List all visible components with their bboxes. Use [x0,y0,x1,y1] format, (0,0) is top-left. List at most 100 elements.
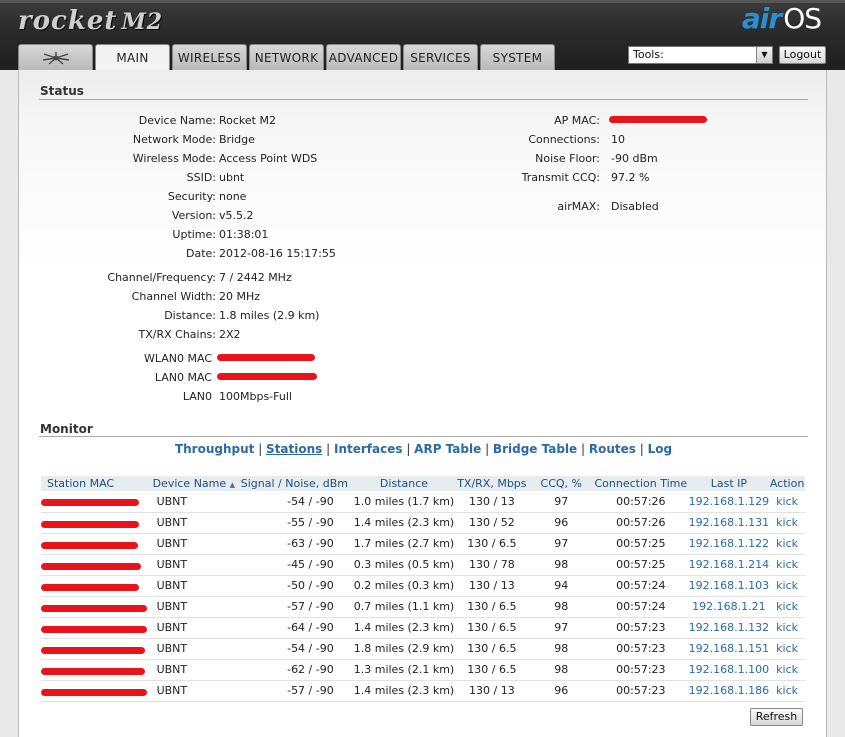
last-ip-link[interactable]: 192.168.1.129 [688,491,770,513]
airmax-value: Disabled [611,200,659,213]
device-name-cell: UBNT [152,491,236,513]
col-ccq[interactable]: CCQ, % [529,476,593,491]
kick-link[interactable]: kick [769,491,805,513]
sort-asc-icon: ▲ [229,481,236,489]
tab-advanced[interactable]: ADVANCED [326,44,401,70]
connection-time-cell: 00:57:26 [593,512,689,534]
noise-floor-value: -90 dBm [611,152,658,165]
last-ip-link[interactable]: 192.168.1.122 [688,533,770,555]
ccq-cell: 97 [529,491,593,513]
link-routes[interactable]: Routes [589,442,636,456]
ccq-cell: 96 [529,680,593,702]
signal-noise-cell: -54 / -90 [235,491,354,513]
txrx-cell: 130 / 13 [454,575,530,597]
signal-noise-cell: -55 / -90 [235,512,354,534]
link-interfaces[interactable]: Interfaces [334,442,403,456]
station-mac-cell [41,638,153,660]
last-ip-link[interactable]: 192.168.1.103 [688,575,770,597]
col-station-mac[interactable]: Station MAC [41,476,153,491]
col-signal-noise[interactable]: Signal / Noise, dBm [235,476,354,491]
tab-services[interactable]: SERVICES [403,44,478,70]
ccq-cell: 96 [529,512,593,534]
kick-link[interactable]: kick [769,596,805,618]
distance-cell: 1.8 miles (2.9 km) [353,638,455,660]
kick-link[interactable]: kick [769,659,805,681]
version-value: v5.5.2 [219,209,254,222]
col-last-ip[interactable]: Last IP [688,476,770,491]
station-mac-redaction [41,646,145,654]
link-arp-table[interactable]: ARP Table [414,442,481,456]
rocket-m2-logo: rocket M2 [18,6,163,36]
station-mac-cell [41,554,153,576]
signal-noise-cell: -63 / -90 [235,533,354,555]
tab-network[interactable]: NETWORK [249,44,324,70]
connections-label: Connections: [528,133,600,146]
link-stations[interactable]: Stations [266,442,322,456]
station-mac-cell [41,680,153,702]
last-ip-link[interactable]: 192.168.1.100 [688,659,770,681]
ccq-cell: 97 [529,533,593,555]
stations-header-row: Station MAC Device Name ▲ Signal / Noise… [41,476,805,491]
table-row: UBNT -50 / -90 0.2 miles (0.3 km) 130 / 13 9… [41,575,805,597]
kick-link[interactable]: kick [769,680,805,702]
lan0-mac-label: LAN0 MAC [154,371,212,384]
last-ip-link[interactable]: 192.168.1.131 [688,512,770,534]
tab-ubiquiti-logo[interactable] [18,44,93,70]
kick-link[interactable]: kick [769,512,805,534]
logout-button[interactable]: Logout [779,46,826,64]
kick-link[interactable]: kick [769,575,805,597]
table-row: UBNT -57 / -90 1.4 miles (2.3 km) 130 / 13 9… [41,680,805,702]
distance-cell: 1.0 miles (1.7 km) [353,491,455,513]
device-name-cell: UBNT [152,512,236,534]
transmit-ccq-value: 97.2 % [611,171,650,184]
last-ip-link[interactable]: 192.168.1.132 [688,617,770,639]
col-connection-time[interactable]: Connection Time [593,476,689,491]
chevron-down-icon[interactable]: ▼ [756,47,772,63]
connection-time-cell: 00:57:23 [593,680,689,702]
col-device-name[interactable]: Device Name ▲ [152,476,236,491]
last-ip-link[interactable]: 192.168.1.186 [688,680,770,702]
signal-noise-cell: -54 / -90 [235,638,354,660]
kick-link[interactable]: kick [769,554,805,576]
connection-time-cell: 00:57:23 [593,659,689,681]
kick-link[interactable]: kick [769,617,805,639]
ssid-label: SSID: [186,171,216,184]
station-mac-redaction [41,688,147,696]
distance-cell: 1.4 miles (2.3 km) [353,680,455,702]
signal-noise-cell: -57 / -90 [235,596,354,618]
status-title: Status [40,84,84,98]
col-distance[interactable]: Distance [353,476,455,491]
refresh-button[interactable]: Refresh [750,708,803,726]
kick-link[interactable]: kick [769,533,805,555]
link-throughput[interactable]: Throughput [175,442,254,456]
signal-noise-cell: -45 / -90 [235,554,354,576]
distance-cell: 1.7 miles (2.7 km) [353,533,455,555]
tab-system[interactable]: SYSTEM [480,44,555,70]
col-action[interactable]: Action [769,476,805,491]
tools-select-value: Tools: [633,48,664,61]
kick-link[interactable]: kick [769,638,805,660]
tools-select[interactable]: Tools: ▼ [628,46,773,64]
device-name-cell: UBNT [152,575,236,597]
monitor-divider [39,436,808,437]
monitor-links: Throughput | Stations | Interfaces | ARP… [174,442,673,456]
last-ip-link[interactable]: 192.168.1.214 [688,554,770,576]
status-divider [39,99,808,100]
station-mac-cell [41,512,153,534]
tab-wireless[interactable]: WIRELESS [172,44,247,70]
stations-body: UBNT -54 / -90 1.0 miles (1.7 km) 130 / 13 9… [41,491,805,702]
connection-time-cell: 00:57:24 [593,596,689,618]
tab-main[interactable]: MAIN [95,44,170,71]
table-row: UBNT -55 / -90 1.4 miles (2.3 km) 130 / 52 9… [41,512,805,534]
link-bridge-table[interactable]: Bridge Table [493,442,577,456]
col-txrx[interactable]: TX/RX, Mbps [454,476,530,491]
txrx-cell: 130 / 13 [454,491,530,513]
channel-frequency-value: 7 / 2442 MHz [219,271,292,284]
device-name-cell: UBNT [152,638,236,660]
device-name-cell: UBNT [152,533,236,555]
last-ip-link[interactable]: 192.168.1.21 [688,596,770,618]
last-ip-link[interactable]: 192.168.1.151 [688,638,770,660]
table-row: UBNT -54 / -90 1.8 miles (2.9 km) 130 / 6.5… [41,638,805,660]
table-row: UBNT -63 / -90 1.7 miles (2.7 km) 130 / 6.5… [41,533,805,555]
link-log[interactable]: Log [648,442,672,456]
